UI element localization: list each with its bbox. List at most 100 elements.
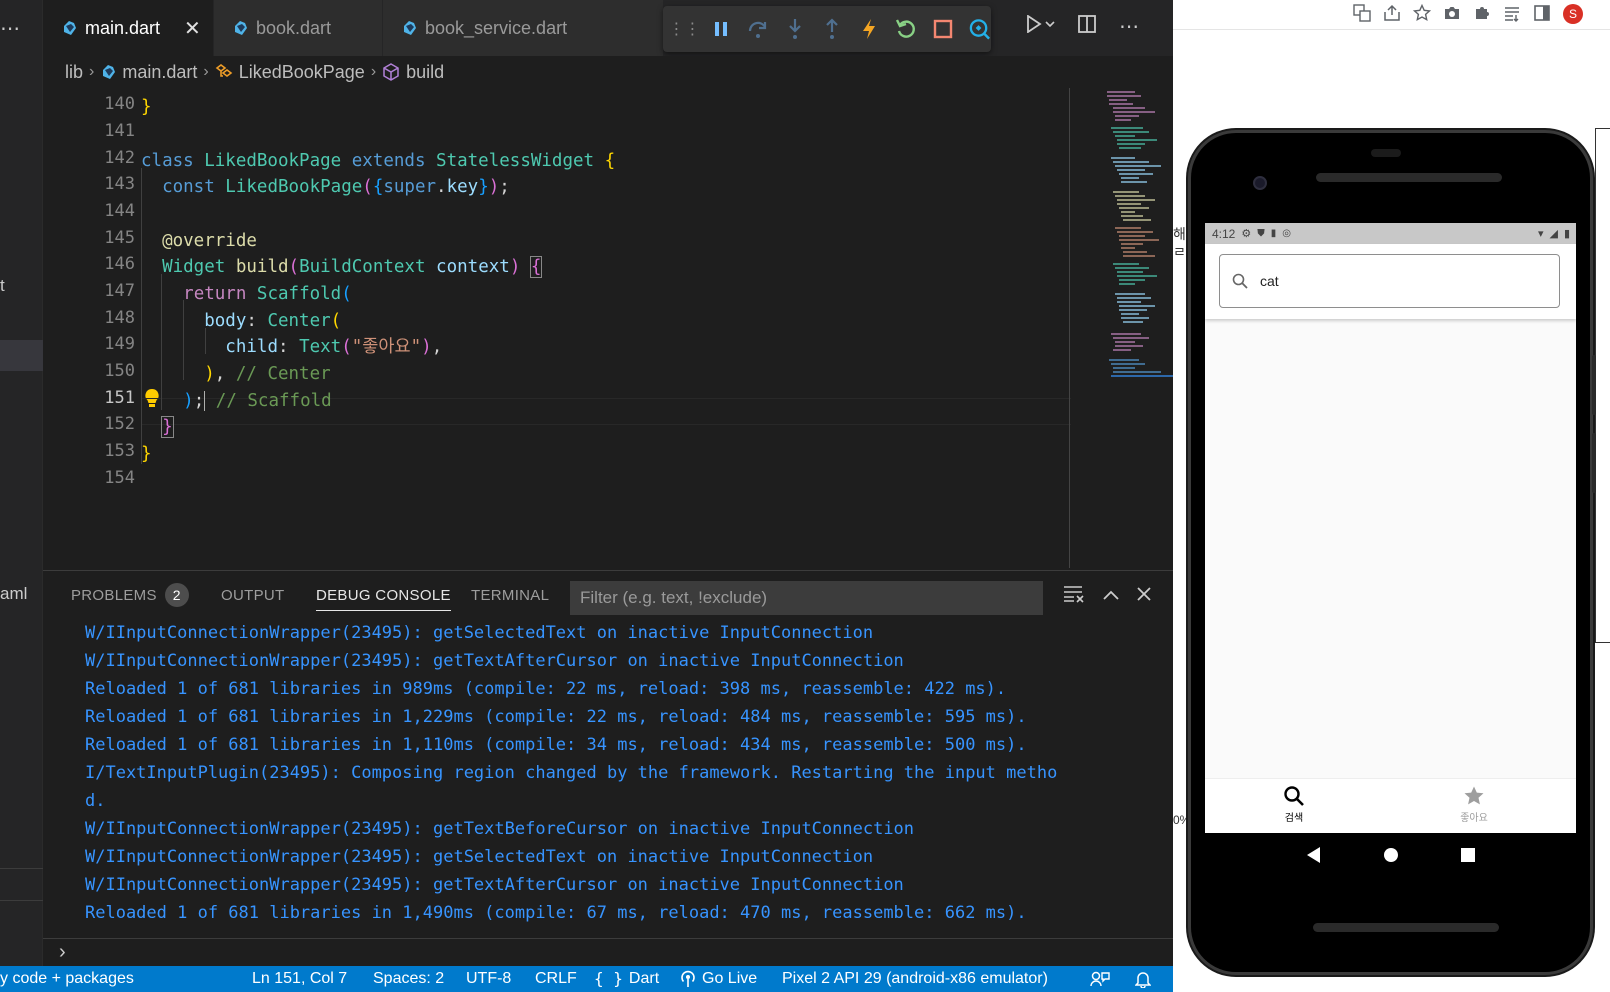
tab-book-dart[interactable]: book.dart bbox=[214, 0, 382, 56]
split-editor-icon[interactable] bbox=[1077, 14, 1097, 39]
power-button[interactable] bbox=[1592, 433, 1596, 493]
devtools-search-icon[interactable] bbox=[968, 18, 991, 41]
token: LikedBookPage bbox=[225, 177, 363, 197]
extensions-puzzle-icon[interactable] bbox=[1473, 4, 1491, 22]
token: ) bbox=[488, 177, 500, 197]
search-icon bbox=[1232, 273, 1248, 289]
search-field[interactable] bbox=[1219, 254, 1560, 308]
status-debug-config[interactable]: y code + packages bbox=[0, 966, 134, 992]
status-device[interactable]: Pixel 2 API 29 (android-x86 emulator) bbox=[782, 966, 1048, 992]
minimap[interactable] bbox=[1105, 88, 1173, 388]
status-cursor-position[interactable]: Ln 151, Col 7 bbox=[252, 966, 347, 992]
code-editor[interactable]: 140 141 142 143 144 145 146 147 148 149 … bbox=[43, 88, 1173, 568]
home-icon[interactable] bbox=[1383, 847, 1399, 863]
nav-label: 검색 bbox=[1284, 813, 1304, 824]
android-emulator: 4:12 ⚙ ⛊ ▮ ◎ ▾ ◢ ▮ 검색 bbox=[1188, 130, 1596, 975]
cellular-signal-icon: ◢ bbox=[1549, 228, 1558, 240]
console-filter-input[interactable] bbox=[570, 581, 1043, 615]
bookmark-star-icon[interactable] bbox=[1413, 4, 1431, 22]
notifications-bell-icon[interactable] bbox=[1135, 966, 1151, 992]
volume-button[interactable] bbox=[1592, 355, 1596, 415]
hot-reload-icon[interactable] bbox=[857, 18, 880, 41]
nav-item-search[interactable]: 검색 bbox=[1234, 785, 1354, 824]
broadcast-icon bbox=[681, 970, 695, 987]
recents-icon[interactable] bbox=[1461, 848, 1476, 862]
close-tab-icon[interactable]: ✕ bbox=[184, 16, 201, 41]
tab-terminal[interactable]: TERMINAL bbox=[471, 571, 549, 619]
status-indentation[interactable]: Spaces: 2 bbox=[373, 966, 444, 992]
chevron-right-icon: › bbox=[370, 63, 377, 80]
stop-icon[interactable] bbox=[931, 18, 954, 41]
sidebar-text-fragment: t bbox=[0, 276, 5, 295]
breadcrumb-item[interactable]: main.dart bbox=[122, 62, 197, 83]
code-lines: } class LikedBookPage extends StatelessW… bbox=[141, 88, 1071, 568]
chevron-right-icon: › bbox=[89, 63, 95, 80]
reading-list-icon[interactable] bbox=[1503, 4, 1521, 22]
tab-main-dart[interactable]: main.dart ✕ bbox=[43, 0, 213, 56]
nav-label: 좋아요 bbox=[1460, 813, 1488, 824]
search-input[interactable] bbox=[1260, 273, 1540, 289]
more-actions-icon[interactable]: ⋯ bbox=[0, 16, 21, 41]
wifi-icon: ▾ bbox=[1537, 228, 1544, 240]
line-number: 142 bbox=[104, 148, 135, 168]
phone-screen: 4:12 ⚙ ⛊ ▮ ◎ ▾ ◢ ▮ 검색 bbox=[1205, 223, 1576, 833]
token: : bbox=[277, 337, 300, 357]
braces-icon: { } bbox=[594, 969, 623, 988]
translate-icon[interactable] bbox=[1353, 4, 1371, 22]
sidebar-text-fragment: aml bbox=[0, 584, 28, 603]
bottom-panel: PROBLEMS 2 OUTPUT DEBUG CONSOLE TERMINAL… bbox=[43, 570, 1173, 963]
token: ) bbox=[421, 337, 432, 357]
token: "좋아요" bbox=[351, 337, 422, 357]
step-over-icon[interactable] bbox=[747, 18, 770, 41]
console-input-prompt[interactable]: › bbox=[43, 938, 1173, 966]
status-time: 4:12 bbox=[1212, 226, 1236, 241]
status-encoding[interactable]: UTF-8 bbox=[466, 966, 511, 992]
breadcrumb-item[interactable]: build bbox=[406, 62, 444, 83]
token: { bbox=[372, 177, 384, 197]
maximize-panel-icon[interactable] bbox=[1103, 588, 1119, 606]
share-icon[interactable] bbox=[1383, 4, 1401, 22]
feedback-icon[interactable] bbox=[1090, 966, 1110, 992]
console-line: d. bbox=[85, 791, 106, 811]
console-line: W/IInputConnectionWrapper(23495): getSel… bbox=[85, 847, 874, 867]
drag-handle-icon[interactable]: ⋮⋮ bbox=[669, 18, 701, 41]
token: , bbox=[431, 337, 443, 357]
close-panel-icon[interactable] bbox=[1137, 587, 1151, 606]
status-language[interactable]: { } Dart bbox=[594, 966, 659, 992]
step-into-icon[interactable] bbox=[784, 18, 807, 41]
android-status-bar: 4:12 ⚙ ⛊ ▮ ◎ ▾ ◢ ▮ bbox=[1205, 223, 1576, 244]
code-line-147: return Scaffold( bbox=[141, 281, 352, 307]
status-bar: y code + packages Ln 151, Col 7 Spaces: … bbox=[0, 966, 1173, 992]
phone-speaker-top bbox=[1316, 173, 1502, 182]
breadcrumb-item[interactable]: lib bbox=[65, 62, 83, 83]
token: ( bbox=[362, 177, 373, 197]
step-out-icon[interactable] bbox=[821, 18, 844, 41]
profile-avatar[interactable]: S bbox=[1563, 4, 1583, 24]
status-eol[interactable]: CRLF bbox=[535, 966, 577, 992]
tab-debug-console[interactable]: DEBUG CONSOLE bbox=[316, 571, 451, 619]
more-actions-icon[interactable]: ⋯ bbox=[1119, 17, 1139, 37]
nav-item-likes[interactable]: 좋아요 bbox=[1414, 785, 1534, 824]
token-bracket-match: { bbox=[529, 256, 543, 278]
tab-label: main.dart bbox=[85, 17, 161, 38]
sidebar-selected-row[interactable] bbox=[0, 340, 43, 371]
line-number-gutter: 140 141 142 143 144 145 146 147 148 149 … bbox=[43, 88, 135, 568]
back-icon[interactable] bbox=[1306, 846, 1322, 864]
breadcrumb-item[interactable]: LikedBookPage bbox=[239, 62, 365, 83]
camera-icon[interactable] bbox=[1443, 4, 1461, 22]
restart-icon[interactable] bbox=[894, 18, 917, 41]
tab-output[interactable]: OUTPUT bbox=[221, 571, 284, 619]
run-icon[interactable] bbox=[1025, 14, 1055, 38]
line-number: 153 bbox=[104, 441, 135, 461]
tab-book-service-dart[interactable]: book_service.dart bbox=[383, 0, 663, 56]
editor-ruler bbox=[1069, 88, 1070, 568]
side-panel-icon[interactable] bbox=[1533, 4, 1551, 22]
status-go-live[interactable]: Go Live bbox=[680, 966, 757, 992]
token: , bbox=[214, 364, 236, 384]
pause-icon[interactable] bbox=[710, 18, 733, 41]
dart-file-icon bbox=[404, 21, 416, 35]
clear-console-icon[interactable] bbox=[1063, 585, 1085, 608]
tab-problems[interactable]: PROBLEMS 2 bbox=[71, 571, 189, 619]
bottom-navigation-bar: 검색 좋아요 bbox=[1205, 778, 1576, 833]
line-number: 148 bbox=[104, 308, 135, 328]
